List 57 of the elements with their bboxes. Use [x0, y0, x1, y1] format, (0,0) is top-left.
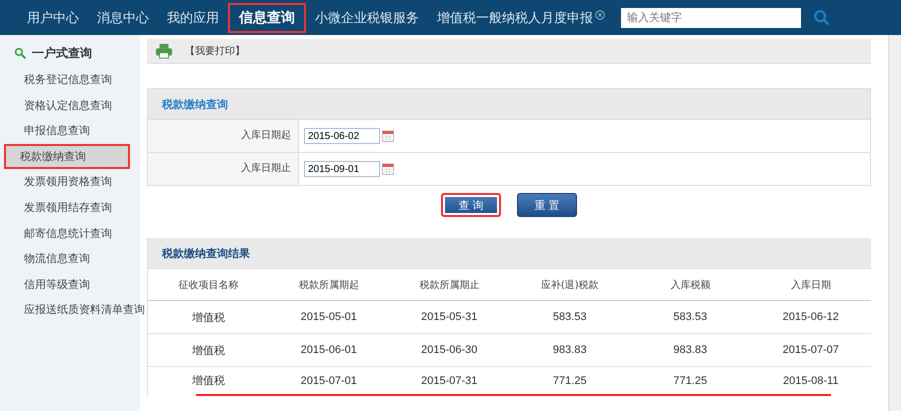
- table-cell-text: 2015-07-07: [782, 343, 840, 358]
- table-cell-text: 2015-07-31: [420, 374, 478, 388]
- table-cell-text: 增值税: [190, 344, 226, 358]
- table-cell-text: 2015-07-01: [300, 374, 358, 388]
- nav-tab[interactable]: 我的应用: [158, 2, 228, 32]
- column-header: 入库税额: [669, 278, 712, 292]
- table-cell-text: 771.25: [672, 374, 708, 388]
- table-cell-text: 2015-05-01: [300, 310, 358, 325]
- table-cell-text: 983.83: [552, 343, 588, 358]
- table-cell-text: 2015-06-12: [782, 310, 840, 325]
- nav-tab[interactable]: 消息中心: [88, 2, 158, 32]
- field-label: 入库日期起: [148, 120, 299, 152]
- column-header: 征收项目名称: [177, 278, 240, 292]
- sidebar-item[interactable]: 发票领用资格查询: [4, 169, 140, 195]
- table-cell-text: 2015-08-11: [782, 374, 840, 388]
- date-field[interactable]: 2015-09-01: [304, 161, 380, 177]
- sidebar-item[interactable]: 资格认定信息查询: [4, 92, 140, 118]
- sidebar-item[interactable]: 申报信息查询: [4, 118, 140, 144]
- sidebar-item[interactable]: 发票领用结存查询: [4, 194, 140, 221]
- column-header: 入库日期: [790, 278, 832, 292]
- date-field[interactable]: 2015-06-02: [304, 128, 380, 144]
- sidebar-item[interactable]: 税款缴纳查询: [4, 144, 130, 170]
- table-cell-text: 2015-06-01: [300, 343, 358, 358]
- table-cell-text: 增值税: [190, 374, 226, 389]
- sidebar-title: 一户式查询: [32, 44, 92, 62]
- form-button[interactable]: 查 询: [441, 193, 501, 217]
- calendar-icon[interactable]: [382, 163, 394, 175]
- sidebar-item[interactable]: 邮寄信息统计查询: [4, 220, 140, 246]
- table-cell-text: 2015-05-31: [420, 310, 478, 325]
- scrollbar[interactable]: [888, 35, 901, 411]
- panel-title: 税款缴纳查询结果: [162, 246, 250, 260]
- close-icon[interactable]: [595, 10, 605, 20]
- sidebar-item[interactable]: 信用等级查询: [4, 272, 140, 298]
- calendar-icon[interactable]: [382, 130, 394, 142]
- search-icon[interactable]: [813, 8, 831, 26]
- search-icon: [14, 46, 27, 60]
- nav-tab[interactable]: 增值税一般纳税人月度申报: [428, 2, 614, 32]
- table-cell-text: 583.53: [552, 310, 588, 325]
- table-cell-text: 583.53: [672, 310, 708, 325]
- search-field[interactable]: 输入关键字: [621, 8, 801, 28]
- column-header: 税款所属期起: [298, 278, 360, 292]
- print-link[interactable]: 【我要打印】: [185, 44, 245, 58]
- sidebar-item[interactable]: 税务登记信息查询: [4, 67, 140, 93]
- column-header: 税款所属期止: [418, 278, 480, 292]
- column-header: 应补(退)税款: [540, 278, 600, 292]
- panel-title: 税款缴纳查询: [162, 96, 228, 112]
- nav-tab[interactable]: 用户中心: [18, 2, 88, 32]
- nav-tab[interactable]: 信息查询: [228, 2, 306, 32]
- form-button[interactable]: 重 置: [517, 193, 577, 217]
- table-cell-text: 增值税: [190, 310, 226, 326]
- table-cell-text: 983.83: [672, 343, 708, 358]
- printer-icon[interactable]: [155, 43, 173, 59]
- field-label: 入库日期止: [148, 153, 299, 185]
- nav-tab[interactable]: 小微企业税银服务: [306, 2, 428, 32]
- table-cell-text: 2015-06-30: [420, 343, 478, 358]
- table-cell-text: 771.25: [552, 374, 588, 388]
- sidebar-item[interactable]: 物流信息查询: [4, 246, 140, 272]
